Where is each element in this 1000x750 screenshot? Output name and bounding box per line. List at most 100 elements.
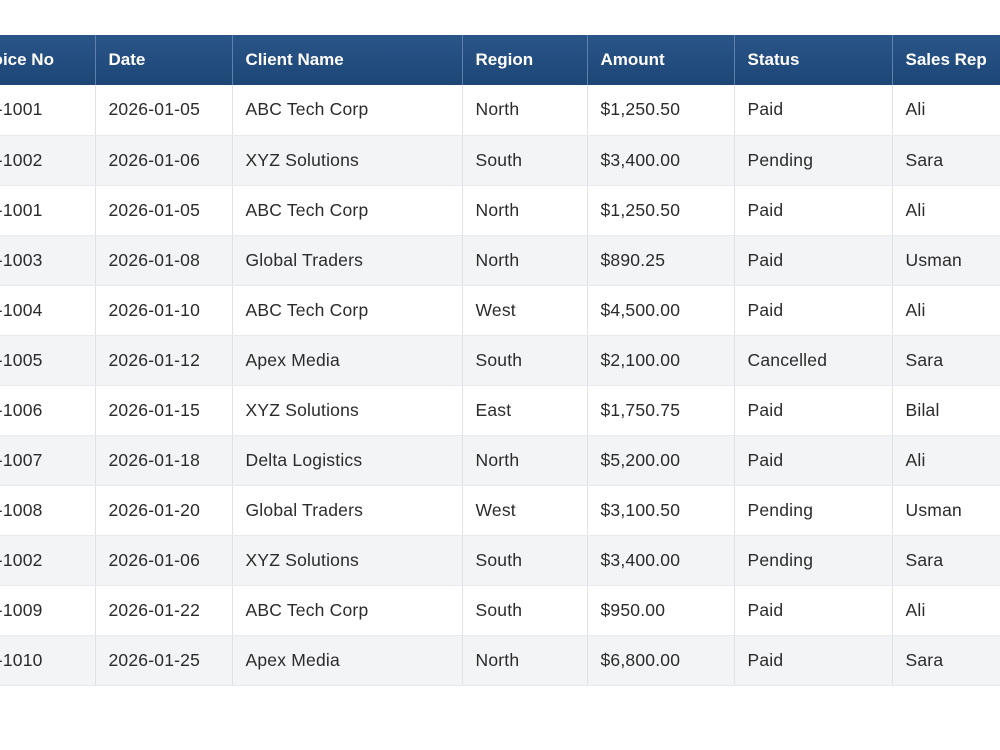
cell-date: 2026-01-22: [94, 585, 232, 636]
cell-sales-rep: Usman: [891, 485, 1000, 536]
cell-date: 2026-01-12: [94, 335, 232, 386]
table-header: Invoice No Date Client Name Region Amoun…: [0, 35, 1000, 85]
column-header-amount[interactable]: Amount: [586, 35, 734, 85]
cell-client-name: XYZ Solutions: [231, 385, 462, 436]
cell-status: Paid: [733, 285, 892, 336]
cell-sales-rep: Usman: [891, 235, 1000, 286]
cell-sales-rep: Ali: [891, 285, 1000, 336]
cell-amount: $6,800.00: [586, 635, 734, 686]
column-header-status[interactable]: Status: [733, 35, 892, 85]
table-row[interactable]: INV-1010 2026-01-25 Apex Media North $6,…: [0, 635, 1000, 686]
cell-amount: $1,750.75: [586, 385, 734, 436]
cell-amount: $5,200.00: [586, 435, 734, 486]
cell-amount: $2,100.00: [586, 335, 734, 386]
cell-sales-rep: Sara: [891, 335, 1000, 386]
cell-amount: $3,400.00: [586, 535, 734, 586]
cell-client-name: Delta Logistics: [231, 435, 462, 486]
cell-amount: $1,250.50: [586, 85, 734, 136]
table-row[interactable]: INV-1003 2026-01-08 Global Traders North…: [0, 235, 1000, 286]
cell-status: Paid: [733, 585, 892, 636]
cell-client-name: Apex Media: [231, 635, 462, 686]
invoice-table-container: Invoice No Date Client Name Region Amoun…: [0, 35, 1000, 690]
cell-status: Pending: [733, 535, 892, 586]
cell-region: West: [461, 485, 587, 536]
cell-region: South: [461, 535, 587, 586]
table-row[interactable]: INV-1002 2026-01-06 XYZ Solutions South …: [0, 535, 1000, 586]
cell-date: 2026-01-06: [94, 135, 232, 186]
cell-client-name: ABC Tech Corp: [231, 185, 462, 236]
cell-region: North: [461, 435, 587, 486]
cell-sales-rep: Ali: [891, 185, 1000, 236]
cell-sales-rep: Sara: [891, 135, 1000, 186]
cell-client-name: Global Traders: [231, 235, 462, 286]
cell-invoice-no: INV-1010: [0, 635, 95, 686]
cell-date: 2026-01-20: [94, 485, 232, 536]
cell-invoice-no: INV-1009: [0, 585, 95, 636]
table-body: INV-1001 2026-01-05 ABC Tech Corp North …: [0, 85, 1000, 686]
cell-invoice-no: INV-1006: [0, 385, 95, 436]
cell-client-name: ABC Tech Corp: [231, 285, 462, 336]
cell-invoice-no: INV-1004: [0, 285, 95, 336]
cell-date: 2026-01-06: [94, 535, 232, 586]
cell-region: South: [461, 335, 587, 386]
cell-date: 2026-01-15: [94, 385, 232, 436]
cell-invoice-no: INV-1001: [0, 185, 95, 236]
cell-invoice-no: INV-1002: [0, 535, 95, 586]
cell-client-name: XYZ Solutions: [231, 535, 462, 586]
table-row[interactable]: INV-1001 2026-01-05 ABC Tech Corp North …: [0, 85, 1000, 136]
cell-invoice-no: INV-1001: [0, 85, 95, 136]
cell-sales-rep: Ali: [891, 435, 1000, 486]
cell-region: West: [461, 285, 587, 336]
table-row[interactable]: INV-1008 2026-01-20 Global Traders West …: [0, 485, 1000, 536]
column-header-region[interactable]: Region: [461, 35, 587, 85]
cell-status: Paid: [733, 185, 892, 236]
cell-amount: $950.00: [586, 585, 734, 636]
cell-sales-rep: Ali: [891, 85, 1000, 136]
cell-amount: $3,100.50: [586, 485, 734, 536]
cell-client-name: XYZ Solutions: [231, 135, 462, 186]
cell-client-name: Apex Media: [231, 335, 462, 386]
cell-invoice-no: INV-1002: [0, 135, 95, 186]
cell-invoice-no: INV-1007: [0, 435, 95, 486]
cell-sales-rep: Ali: [891, 585, 1000, 636]
column-header-invoice-no[interactable]: Invoice No: [0, 35, 95, 85]
cell-client-name: Global Traders: [231, 485, 462, 536]
cell-date: 2026-01-18: [94, 435, 232, 486]
header-row: Invoice No Date Client Name Region Amoun…: [0, 35, 1000, 85]
column-header-client-name[interactable]: Client Name: [231, 35, 462, 85]
table-row[interactable]: INV-1002 2026-01-06 XYZ Solutions South …: [0, 135, 1000, 186]
table-row[interactable]: INV-1009 2026-01-22 ABC Tech Corp South …: [0, 585, 1000, 636]
cell-client-name: ABC Tech Corp: [231, 85, 462, 136]
cell-amount: $3,400.00: [586, 135, 734, 186]
cell-amount: $1,250.50: [586, 185, 734, 236]
cell-sales-rep: Sara: [891, 635, 1000, 686]
cell-sales-rep: Sara: [891, 535, 1000, 586]
cell-invoice-no: INV-1005: [0, 335, 95, 386]
table-row[interactable]: INV-1001 2026-01-05 ABC Tech Corp North …: [0, 185, 1000, 236]
cell-status: Paid: [733, 85, 892, 136]
cell-region: South: [461, 585, 587, 636]
cell-status: Paid: [733, 385, 892, 436]
cell-region: East: [461, 385, 587, 436]
invoice-table: Invoice No Date Client Name Region Amoun…: [0, 35, 1000, 686]
cell-date: 2026-01-05: [94, 185, 232, 236]
cell-region: North: [461, 85, 587, 136]
cell-status: Pending: [733, 135, 892, 186]
cell-invoice-no: INV-1008: [0, 485, 95, 536]
table-row[interactable]: INV-1005 2026-01-12 Apex Media South $2,…: [0, 335, 1000, 386]
cell-date: 2026-01-08: [94, 235, 232, 286]
column-header-date[interactable]: Date: [94, 35, 232, 85]
cell-region: South: [461, 135, 587, 186]
cell-status: Paid: [733, 635, 892, 686]
cell-client-name: ABC Tech Corp: [231, 585, 462, 636]
cell-status: Paid: [733, 235, 892, 286]
cell-sales-rep: Bilal: [891, 385, 1000, 436]
table-row[interactable]: INV-1004 2026-01-10 ABC Tech Corp West $…: [0, 285, 1000, 336]
cell-region: North: [461, 185, 587, 236]
table-row[interactable]: INV-1006 2026-01-15 XYZ Solutions East $…: [0, 385, 1000, 436]
table-row[interactable]: INV-1007 2026-01-18 Delta Logistics Nort…: [0, 435, 1000, 486]
cell-invoice-no: INV-1003: [0, 235, 95, 286]
cell-region: North: [461, 235, 587, 286]
column-header-sales-rep[interactable]: Sales Rep: [891, 35, 1000, 85]
cell-status: Paid: [733, 435, 892, 486]
